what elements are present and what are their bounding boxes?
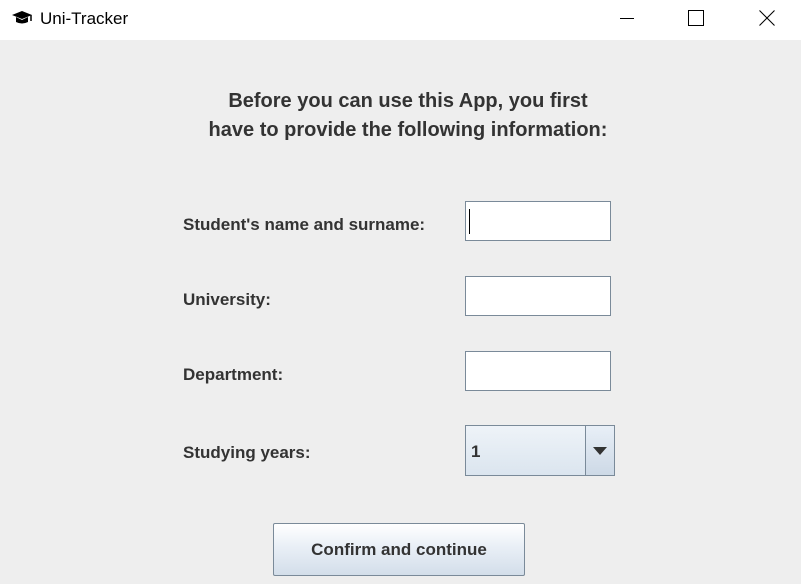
minimize-icon [620,18,634,19]
name-input[interactable] [465,201,611,241]
university-input[interactable] [465,276,611,316]
chevron-down-icon [593,446,607,455]
studying-years-label: Studying years: [183,443,311,462]
close-button[interactable] [744,0,790,36]
close-icon [759,10,775,26]
minimize-button[interactable] [604,0,650,36]
department-label: Department: [183,365,284,384]
studying-years-combobox[interactable]: 1 [465,425,615,476]
form-heading: Before you can use this App, you first h… [150,87,666,145]
window-title: Uni-Tracker [40,9,129,28]
text-caret [469,209,470,234]
title-bar[interactable]: Uni-Tracker [0,0,801,40]
studying-years-value: 1 [471,442,481,461]
maximize-icon [688,10,704,26]
heading-line-1: Before you can use this App, you first [228,90,588,112]
department-input[interactable] [465,351,611,391]
university-label: University: [183,290,271,309]
maximize-button[interactable] [673,0,719,36]
app-window: Uni-Tracker Before you can use this App,… [0,0,801,584]
heading-line-2: have to provide the following informatio… [208,119,608,141]
confirm-button[interactable]: Confirm and continue [273,523,525,576]
name-label: Student's name and surname: [183,215,426,234]
graduation-cap-icon [11,9,33,27]
combobox-arrow-button[interactable] [585,426,614,475]
